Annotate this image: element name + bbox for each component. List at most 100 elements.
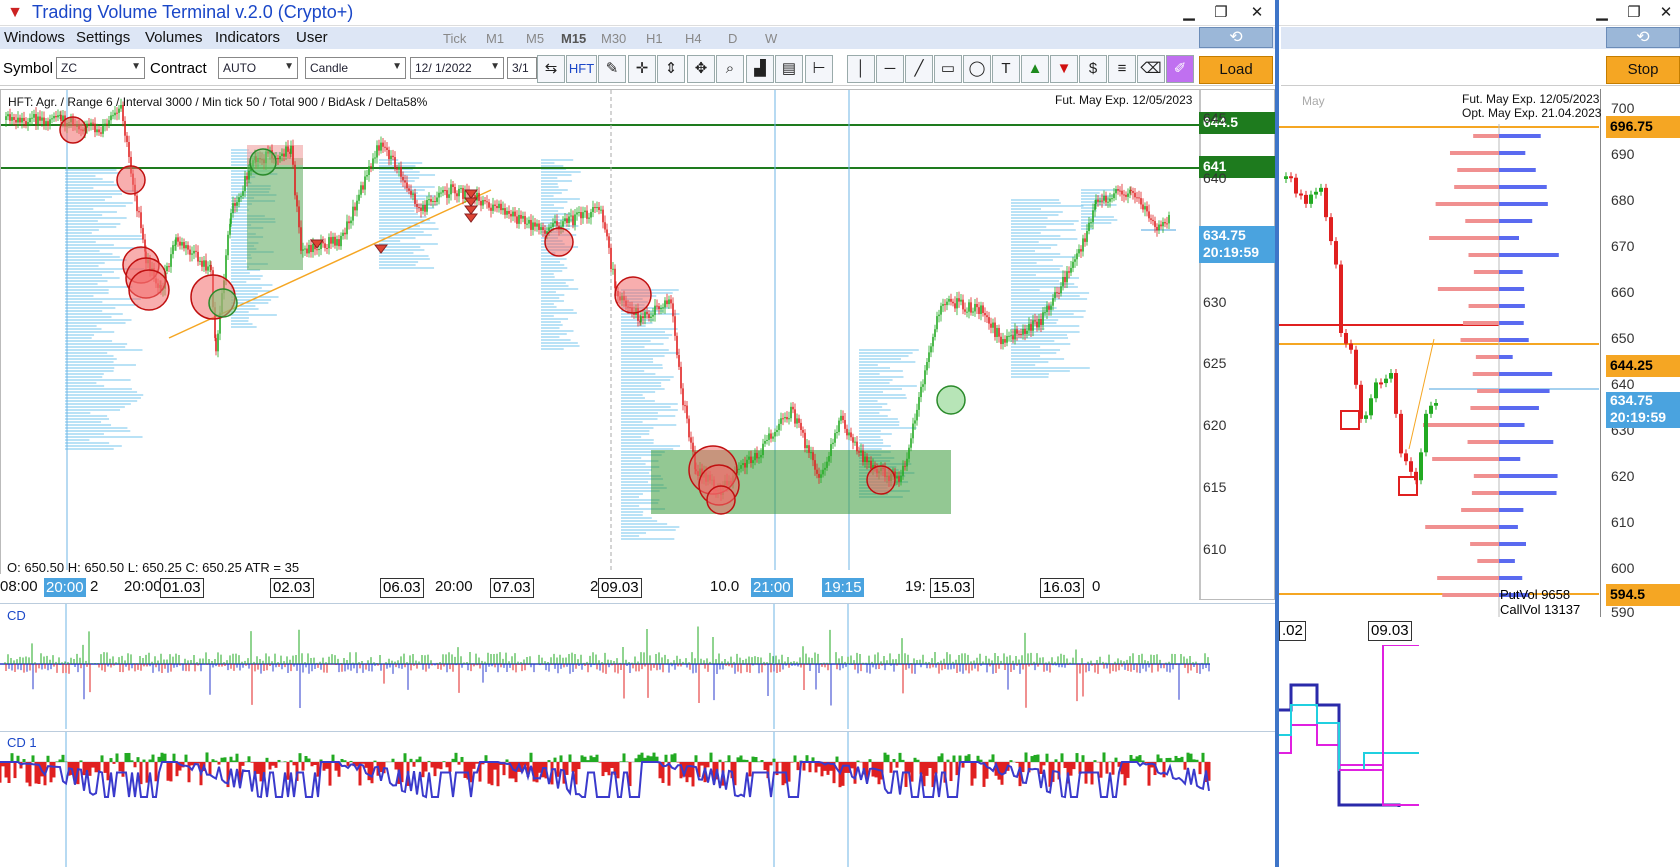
color-picker-icon[interactable]: ✐ — [1166, 55, 1194, 83]
option-put-bar — [1435, 202, 1499, 206]
date-to-picker[interactable]: 3/1 — [507, 57, 537, 79]
cd1-indicator-pane[interactable] — [0, 731, 1275, 867]
candle-body — [279, 156, 281, 160]
candle-body — [514, 211, 516, 217]
maximize-icon[interactable]: ❐ — [1208, 2, 1234, 24]
candle-body — [352, 206, 354, 221]
candle-body — [362, 185, 364, 190]
vertical-resize-icon[interactable]: ⇕ — [657, 55, 685, 83]
candle-body — [972, 311, 974, 313]
tf-m5[interactable]: M5 — [526, 31, 544, 46]
menu-indicators[interactable]: Indicators — [215, 29, 280, 46]
candle-body — [592, 207, 594, 212]
move-icon[interactable]: ✥ — [687, 55, 715, 83]
candle-body — [854, 441, 856, 443]
candle-body — [1052, 298, 1054, 306]
menu-settings[interactable]: Settings — [76, 29, 130, 46]
candle-body — [416, 203, 418, 207]
contract-select[interactable]: AUTO ▼ — [218, 57, 298, 79]
move-chart-icon[interactable]: ⇆ — [537, 55, 565, 83]
candle-body — [336, 239, 338, 246]
main-price-chart[interactable] — [0, 89, 1275, 600]
minimize-icon[interactable]: ▁ — [1176, 2, 1202, 24]
side-minimize-icon[interactable]: ▁ — [1589, 2, 1615, 24]
tf-w[interactable]: W — [765, 31, 777, 46]
candle-body — [746, 459, 748, 468]
side-close-icon[interactable]: ✕ — [1653, 2, 1679, 24]
pen-icon[interactable]: ✎ — [598, 55, 626, 83]
zoom-icon[interactable]: ⌕ — [716, 55, 744, 83]
tf-d[interactable]: D — [728, 31, 737, 46]
symbol-select[interactable]: ZC ▼ — [56, 57, 145, 79]
candle-body — [170, 254, 172, 267]
main-chart-canvas[interactable] — [1, 90, 1275, 600]
menu-windows[interactable]: Windows — [4, 29, 65, 46]
candle-body — [650, 316, 652, 319]
candle-body — [1064, 276, 1066, 283]
vertical-line-icon[interactable]: │ — [847, 55, 875, 83]
tf-h4[interactable]: H4 — [685, 31, 702, 46]
tf-m30[interactable]: M30 — [601, 31, 626, 46]
side-maximize-icon[interactable]: ❐ — [1621, 2, 1647, 24]
fibonacci-icon[interactable]: ≡ — [1108, 55, 1136, 83]
menu-volumes[interactable]: Volumes — [145, 29, 203, 46]
side-refresh-button[interactable]: ⟲ — [1606, 27, 1680, 48]
candle-body — [396, 168, 398, 170]
tf-m1[interactable]: M1 — [486, 31, 504, 46]
candle-body — [692, 442, 694, 452]
candle-body — [564, 218, 566, 222]
eraser-icon[interactable]: ⌫ — [1137, 55, 1165, 83]
arrow-up-icon[interactable]: ▲ — [1021, 55, 1049, 83]
candle-body — [506, 210, 508, 215]
tf-m15[interactable]: M15 — [561, 31, 586, 46]
close-icon[interactable]: ✕ — [1244, 2, 1270, 24]
option-call-bar — [1499, 457, 1521, 461]
candle-body — [418, 206, 420, 208]
candle-body — [956, 298, 958, 309]
date-from-picker[interactable]: 12/ 1/2022 ▼ — [410, 57, 504, 79]
stop-button[interactable]: Stop — [1606, 56, 1680, 84]
candle-body — [938, 314, 940, 317]
rectangle-icon[interactable]: ▭ — [934, 55, 962, 83]
horizontal-line-icon[interactable]: ─ — [876, 55, 904, 83]
chart-type-value: Candle — [310, 61, 349, 75]
arrow-down-icon[interactable]: ▼ — [1050, 55, 1078, 83]
load-button[interactable]: Load — [1199, 56, 1273, 84]
text-icon[interactable]: T — [992, 55, 1020, 83]
refresh-button[interactable]: ⟲ — [1199, 27, 1273, 48]
tf-tick[interactable]: Tick — [443, 31, 466, 46]
ellipse-icon[interactable]: ◯ — [963, 55, 991, 83]
bars-icon[interactable]: ▟ — [746, 55, 774, 83]
menu-user[interactable]: User — [296, 29, 328, 46]
chart-type-select[interactable]: Candle ▼ — [305, 57, 406, 79]
candle-body — [966, 311, 968, 313]
candle-body — [136, 195, 138, 212]
side-price-chart[interactable] — [1279, 89, 1599, 617]
chart-info-line: HFT: Agr. / Range 6 / Interval 3000 / Mi… — [8, 95, 428, 109]
candle-body — [610, 247, 612, 270]
candle-body — [960, 299, 962, 302]
volume-profile-icon[interactable]: ▤ — [775, 55, 803, 83]
y-tick-645: 645 — [1203, 110, 1227, 126]
tf-h1[interactable]: H1 — [646, 31, 663, 46]
dollar-icon[interactable]: $ — [1079, 55, 1107, 83]
candle-body — [674, 316, 676, 336]
side-chart-canvas[interactable] — [1279, 89, 1599, 617]
crosshair-icon[interactable]: ✛ — [628, 55, 656, 83]
side-indicator-canvas — [1279, 645, 1419, 807]
candle-body — [494, 204, 496, 207]
current-price-tag: 634.75 — [1199, 226, 1275, 246]
candle-body — [382, 142, 384, 147]
trend-line-icon[interactable]: ╱ — [905, 55, 933, 83]
range-icon[interactable]: ⊢ — [805, 55, 833, 83]
candle-body — [53, 115, 55, 119]
cd-indicator-pane[interactable] — [0, 603, 1275, 729]
symbol-value: ZC — [61, 61, 77, 75]
candle-body — [538, 223, 540, 230]
candle-body — [924, 370, 926, 385]
hft-button[interactable]: HFT — [566, 55, 597, 83]
candle-body — [574, 214, 576, 226]
candle-body — [508, 210, 510, 214]
candle-body — [750, 456, 752, 464]
candle-body — [850, 432, 852, 438]
